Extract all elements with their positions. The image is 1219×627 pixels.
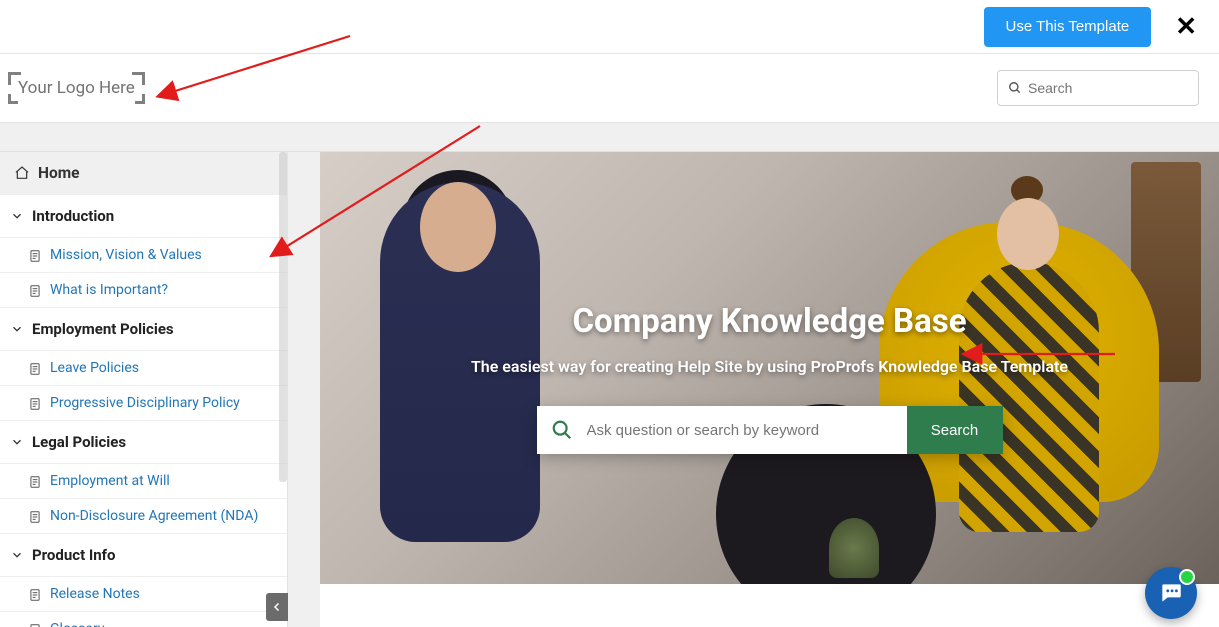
document-icon (28, 362, 42, 376)
sidebar-page-glossary[interactable]: Glossary (0, 612, 287, 627)
document-icon (28, 249, 42, 263)
sidebar-section-label: Product Info (32, 546, 116, 564)
sidebar-page-label: Release Notes (50, 586, 140, 602)
sidebar-page-important[interactable]: What is Important? (0, 273, 287, 308)
hero-search-button[interactable]: Search (907, 406, 1003, 454)
document-icon (28, 623, 42, 627)
sidebar-page-label: Non-Disclosure Agreement (NDA) (50, 508, 258, 524)
chevron-down-icon (10, 548, 24, 562)
hero-subtitle: The easiest way for creating Help Site b… (471, 355, 1068, 378)
home-icon (14, 165, 30, 181)
sidebar-home-label: Home (38, 164, 80, 182)
use-template-button[interactable]: Use This Template (984, 7, 1152, 47)
sidebar-page-nda[interactable]: Non-Disclosure Agreement (NDA) (0, 499, 287, 534)
document-icon (28, 475, 42, 489)
document-icon (28, 510, 42, 524)
chevron-down-icon (10, 322, 24, 336)
sidebar-section-legal[interactable]: Legal Policies (0, 421, 287, 464)
sidebar-page-release[interactable]: Release Notes (0, 577, 287, 612)
content-gutter (288, 152, 320, 627)
sidebar-section-label: Introduction (32, 207, 114, 225)
chevron-down-icon (10, 209, 24, 223)
sidebar-page-at-will[interactable]: Employment at Will (0, 464, 287, 499)
sidebar-page-label: Mission, Vision & Values (50, 247, 202, 263)
sidebar-page-disciplinary[interactable]: Progressive Disciplinary Policy (0, 386, 287, 421)
sidebar-page-label: Employment at Will (50, 473, 170, 489)
chevron-down-icon (10, 435, 24, 449)
hero-banner: Company Knowledge Base The easiest way f… (320, 152, 1219, 584)
hero-search-input[interactable] (587, 422, 893, 439)
document-icon (28, 397, 42, 411)
sidebar-collapse-handle[interactable] (266, 593, 288, 621)
logo-placeholder-label: Your Logo Here (18, 78, 135, 98)
toolbar-spacer (0, 123, 1219, 152)
search-icon (1008, 81, 1022, 95)
close-icon[interactable]: ✕ (1171, 10, 1201, 44)
sidebar-page-label: Glossary (50, 621, 104, 627)
header-search[interactable] (997, 70, 1199, 106)
content-area: Company Knowledge Base The easiest way f… (288, 152, 1219, 627)
document-icon (28, 588, 42, 602)
sidebar-page-label: What is Important? (50, 282, 168, 298)
top-banner: Use This Template ✕ (0, 0, 1219, 53)
sidebar-page-label: Progressive Disciplinary Policy (50, 395, 240, 411)
sidebar: Home Introduction Mission, Vision & Valu… (0, 152, 288, 627)
sidebar-home[interactable]: Home (0, 152, 287, 195)
sidebar-page-leave[interactable]: Leave Policies (0, 351, 287, 386)
sidebar-page-mission[interactable]: Mission, Vision & Values (0, 238, 287, 273)
chat-launcher[interactable] (1145, 567, 1197, 619)
sidebar-section-employment[interactable]: Employment Policies (0, 308, 287, 351)
sidebar-scrollbar[interactable] (279, 152, 287, 482)
sidebar-page-label: Leave Policies (50, 360, 139, 376)
logo-placeholder[interactable]: Your Logo Here (14, 76, 139, 100)
header-search-input[interactable] (1028, 80, 1209, 96)
search-icon (551, 419, 573, 441)
sidebar-section-label: Employment Policies (32, 320, 174, 338)
hero-title: Company Knowledge Base (572, 302, 966, 341)
sidebar-section-product[interactable]: Product Info (0, 534, 287, 577)
header-row: Your Logo Here (0, 53, 1219, 123)
document-icon (28, 284, 42, 298)
sidebar-section-introduction[interactable]: Introduction (0, 195, 287, 238)
main-area: Home Introduction Mission, Vision & Valu… (0, 152, 1219, 627)
hero-search: Search (537, 406, 1003, 454)
sidebar-section-label: Legal Policies (32, 433, 126, 451)
